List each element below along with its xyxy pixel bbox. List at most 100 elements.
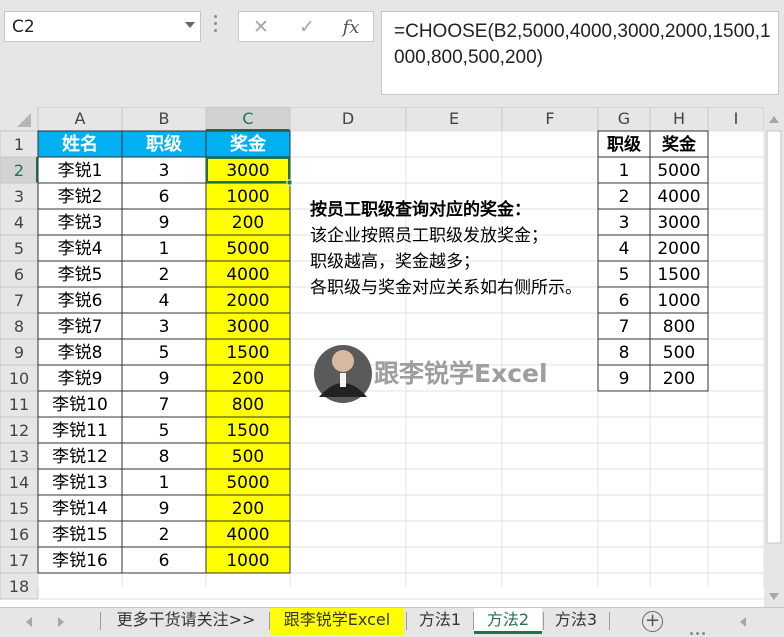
notes-line: 该企业按照员工职级发放奖金； [310, 226, 548, 246]
table-cell-value: 6 [159, 187, 170, 207]
lookup-cell-value: 3000 [657, 213, 700, 233]
table-cell-value: 1000 [226, 187, 269, 207]
formula-input[interactable]: =CHOOSE(B2,5000,4000,3000,2000,1500,1000… [381, 11, 779, 95]
lookup-cell-value: 500 [663, 343, 695, 363]
avatar-face [332, 350, 354, 372]
table-cell-value: 5 [159, 343, 170, 363]
scroll-tabs-left-icon[interactable] [26, 617, 32, 627]
table-cell-value: 7 [159, 395, 170, 415]
formula-bar-area: C2 ✕ ✓ fx =CHOOSE(B2,5000,4000,3000,2000… [0, 0, 784, 107]
row-header-label-1: 1 [14, 135, 24, 154]
table-cell-value: 1 [159, 473, 170, 493]
notes-line: 各职级与奖金对应关系如右侧所示。 [310, 278, 582, 298]
row-header-label-6: 6 [14, 265, 24, 284]
table-cell-value: 2 [159, 525, 170, 545]
table-cell-value: 李锐15 [52, 525, 108, 545]
fill-handle[interactable] [286, 179, 293, 186]
table-cell-value: 李锐4 [58, 239, 103, 259]
row-header-label-3: 3 [14, 187, 24, 206]
scroll-left-icon[interactable] [740, 617, 746, 627]
table-cell-value: 1 [159, 239, 170, 259]
avatar-shirt [340, 373, 346, 387]
column-header-label-C: C [242, 109, 253, 128]
table-cell-value: 4 [159, 291, 170, 311]
row-header-label-5: 5 [14, 239, 24, 258]
table-cell-value: 李锐9 [58, 369, 103, 389]
scrollbar-thumb[interactable] [766, 130, 782, 544]
splitter-dots-icon[interactable] [690, 620, 710, 635]
table-cell-value: 5 [159, 421, 170, 441]
row-header-label-12: 12 [9, 421, 29, 440]
add-sheet-icon[interactable]: + [642, 611, 663, 632]
row-header-label-10: 10 [9, 369, 29, 388]
table-cell-value: 3000 [226, 161, 269, 181]
tab-method-2-active[interactable]: 方法2 [474, 608, 542, 634]
scroll-tabs-right-icon[interactable] [58, 617, 64, 627]
table-cell-value: 李锐3 [58, 213, 103, 233]
lookup-cell-value: 5000 [657, 161, 700, 181]
column-header-label-E: E [449, 109, 459, 128]
column-header-label-G: G [618, 109, 630, 128]
watermark-text: 跟李锐学Excel [374, 359, 548, 388]
table-cell-value: 李锐5 [58, 265, 103, 285]
table-cell-value: 3 [159, 317, 170, 337]
table-cell-value: 200 [232, 369, 264, 389]
tab-divider [609, 612, 610, 630]
table-cell-value: 2000 [226, 291, 269, 311]
lookup-cell-value: 1500 [657, 265, 700, 285]
row-header-label-9: 9 [14, 343, 24, 362]
cancel-icon[interactable]: ✕ [243, 14, 279, 40]
lookup-cell-value: 4 [619, 239, 630, 259]
tab-divider [100, 612, 101, 630]
table-cell-value: 李锐13 [52, 473, 108, 493]
table-cell-value: 5000 [226, 473, 269, 493]
tab-gen-li-rui[interactable]: 跟李锐学Excel [270, 608, 404, 635]
table-cell-value: 3 [159, 161, 170, 181]
table-header-label: 职级 [146, 133, 183, 155]
tab-method-1[interactable]: 方法1 [408, 608, 472, 635]
row-header-label-8: 8 [14, 317, 24, 336]
row-header-label-7: 7 [14, 291, 24, 310]
name-box-value: C2 [12, 17, 35, 37]
table-cell-value: 200 [232, 499, 264, 519]
row-header-label-13: 13 [9, 447, 29, 466]
checkmark-icon[interactable]: ✓ [289, 14, 325, 40]
lookup-cell-value: 2000 [657, 239, 700, 259]
table-cell-value: 李锐12 [52, 447, 108, 467]
lookup-cell-value: 200 [663, 369, 695, 389]
lookup-cell-value: 1000 [657, 291, 700, 311]
table-header-label: 奖金 [230, 133, 267, 155]
lookup-cell-value: 8 [619, 343, 630, 363]
table-cell-value: 4000 [226, 525, 269, 545]
table-cell-value: 李锐8 [58, 343, 103, 363]
row-header-label-14: 14 [9, 473, 29, 492]
lookup-cell-value: 800 [663, 317, 695, 337]
lookup-cell-value: 9 [619, 369, 630, 389]
formula-buttons: ✕ ✓ fx [238, 11, 374, 42]
splitter-dots-icon[interactable] [214, 15, 218, 37]
insert-function-icon[interactable]: fx [333, 14, 369, 40]
table-cell-value: 李锐2 [58, 187, 103, 207]
lookup-cell-value: 2 [619, 187, 630, 207]
name-box[interactable]: C2 [4, 11, 201, 42]
tab-divider [406, 612, 407, 630]
tab-method-3[interactable]: 方法3 [544, 608, 608, 635]
table-cell-value: 8 [159, 447, 170, 467]
row-header-label-4: 4 [14, 213, 24, 232]
row-header-label-2: 2 [14, 161, 24, 180]
worksheet[interactable]: A B C D E F G H I 1 2 3 4 5 6 7 8 9 10 11 12 13 14 15 16 17 18 姓名 职级… [0, 107, 784, 607]
chevron-down-icon[interactable] [185, 22, 195, 28]
column-header-label-B: B [159, 109, 170, 128]
table-cell-value: 800 [232, 395, 264, 415]
table-header-label: 姓名 [62, 133, 98, 155]
lookup-cell-value: 6 [619, 291, 630, 311]
table-cell-value: 200 [232, 213, 264, 233]
row-header-label-17: 17 [9, 551, 29, 570]
table-cell-value: 李锐11 [52, 421, 108, 441]
table-cell-value: 李锐10 [52, 395, 108, 415]
lookup-header-label: 奖金 [662, 134, 697, 155]
table-cell-value: 李锐14 [52, 499, 108, 519]
cell-grid[interactable]: A B C D E F G H I123456789101112131415161718姓名 职级… [0, 107, 784, 607]
formula-text: =CHOOSE(B2,5000,4000,3000,2000,1500,1000… [394, 21, 771, 68]
tab-follow[interactable]: 更多干货请关注>> [104, 608, 268, 635]
